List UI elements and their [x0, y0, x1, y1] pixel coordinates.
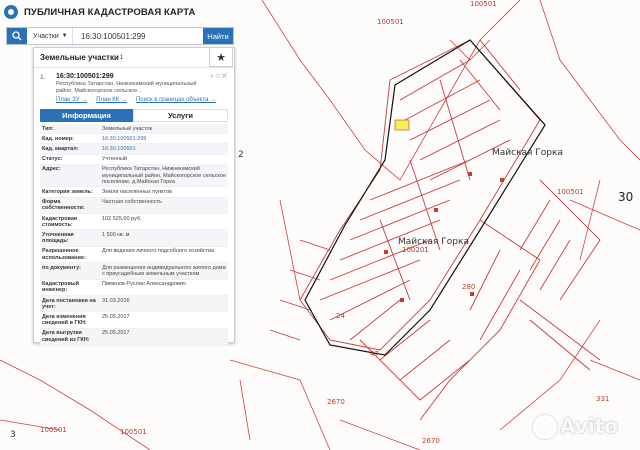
search-icon[interactable]: [7, 28, 27, 44]
row-label: Дата постановки на учет:: [40, 295, 100, 313]
map-label-parcel: 47: [370, 350, 379, 358]
favorites-button[interactable]: ★: [209, 47, 233, 67]
row-label: Категория земель:: [40, 186, 100, 198]
top-bar: ПУБЛИЧНАЯ КАДАСТРОВАЯ КАРТА: [0, 0, 240, 24]
row-value: 102 525,00 руб.: [100, 213, 228, 231]
search-bounds-link[interactable]: Поиск в границах объекта →: [136, 97, 216, 103]
table-row: Кад. номер: 16:30:100501:299: [40, 133, 228, 145]
row-value: Учтенный: [100, 154, 228, 165]
row-value: 1 500 кв. м: [100, 229, 228, 247]
map-label-zone: 3: [10, 430, 16, 440]
close-icon[interactable]: ✕: [222, 73, 228, 80]
info-table: Тип: Земельный участок Кад. номер: 16:30:1…: [40, 124, 228, 346]
row-value: Республика Татарстан, Нижнекамский муниц…: [100, 164, 228, 188]
row-value: Для размещения индивидуального жилого до…: [100, 262, 228, 280]
result-number: 1.: [40, 74, 46, 81]
table-row: Кад. квартал: 16:30:100501: [40, 143, 228, 155]
tab-info[interactable]: Информация: [40, 109, 133, 122]
row-label: Кадастровая стоимость:: [40, 213, 100, 231]
logo-icon: [4, 5, 18, 19]
map-label-village: Майская Горка: [492, 148, 563, 158]
map-label-quarter: 100501: [470, 0, 497, 8]
search-type-select[interactable]: Участки ▼: [27, 28, 73, 44]
row-value: 31.03.2016: [100, 295, 228, 313]
map-label-quarter: 100501: [120, 428, 147, 436]
map-label-quarter: 100501: [557, 188, 584, 196]
result-links: План ЗУ → План КК → Поиск в границах объ…: [56, 97, 228, 103]
search-type-label: Участки: [33, 32, 59, 40]
table-row: Адрес: Республика Татарстан, Нижнекамский…: [40, 164, 228, 188]
result-cad-number[interactable]: 16:30:100501:299: [56, 73, 228, 80]
map-label-quarter: 100501: [377, 18, 404, 26]
row-label: Форма собственности:: [40, 197, 100, 215]
row-label: Кад. номер:: [40, 133, 100, 145]
table-row: Разрешенное использование: Для ведения ли…: [40, 246, 228, 264]
map-label-parcel: 24: [336, 312, 345, 320]
map-label-parcel: 331: [596, 395, 610, 403]
panel-header: Земельные участки 1: [34, 48, 234, 68]
row-label: Кадастровый инженер:: [40, 279, 100, 297]
table-row: Уточненная площадь: 1 500 кв. м: [40, 229, 228, 247]
row-label: Уточненная площадь:: [40, 229, 100, 247]
map-label-zone: 2: [238, 150, 244, 160]
plan-kk-link[interactable]: План КК →: [96, 97, 127, 103]
map-label-parcel: 2670: [422, 437, 440, 445]
row-label: по документу:: [40, 262, 100, 280]
table-row: Категория земель: Земли населённых пункто…: [40, 186, 228, 198]
table-row: Кадастровая стоимость: 102 525,00 руб.: [40, 213, 228, 231]
row-value: Земельный участок: [100, 124, 228, 135]
table-row: Дата выгрузки сведений из ГКН: 25.05.2017: [40, 328, 228, 346]
map-label-quarter: 100201: [402, 246, 429, 254]
map-label-parcel: 2670: [327, 398, 345, 406]
row-value-link[interactable]: 16:30:100501:299: [100, 133, 228, 145]
chevron-down-icon: ▼: [61, 33, 68, 39]
row-label: Разрешенное использование:: [40, 246, 100, 264]
item-actions: ⌕☆✕: [210, 73, 228, 81]
app-title: ПУБЛИЧНАЯ КАДАСТРОВАЯ КАРТА: [24, 6, 196, 18]
row-value-link[interactable]: 16:30:100501: [100, 143, 228, 155]
row-value: Частная собственность: [100, 197, 228, 215]
row-label: Адрес:: [40, 164, 100, 188]
row-label: Статус:: [40, 154, 100, 165]
favorite-icon[interactable]: ☆: [215, 73, 222, 80]
watermark: Avito: [560, 414, 618, 438]
find-button[interactable]: Найти: [203, 28, 233, 44]
table-row: Форма собственности: Частная собственност…: [40, 197, 228, 215]
table-row: Кадастровый инженер: Пименов Руслан Алекс…: [40, 279, 228, 297]
map-label-parcel: 280: [462, 283, 476, 291]
map-label-zone: 30: [618, 190, 634, 204]
search-input[interactable]: [73, 28, 203, 44]
table-row: Статус: Учтенный: [40, 154, 228, 165]
row-label: Дата изменения сведений в ГКН:: [40, 311, 100, 329]
table-row: по документу: Для размещения индивидуальн…: [40, 262, 228, 280]
result-item[interactable]: 1. 16:30:100501:299 Республика Татарстан…: [34, 68, 234, 103]
search-bar: Участки ▼ Найти: [6, 27, 234, 45]
row-value: Пименов Руслан Александрович: [100, 279, 228, 297]
result-address: Республика Татарстан, Нижнекамский муниц…: [56, 81, 197, 94]
parcels-panel: Земельные участки 1 1. 16:30:100501:299 …: [33, 47, 235, 346]
row-value: 25.05.2017: [100, 328, 228, 346]
row-value: 25.05.2017: [100, 311, 228, 329]
table-row: Тип: Земельный участок: [40, 124, 228, 135]
row-label: Тип:: [40, 124, 100, 135]
panel-title: Земельные участки: [40, 53, 119, 62]
plan-zu-link[interactable]: План ЗУ →: [56, 97, 87, 103]
table-row: Дата изменения сведений в ГКН: 25.05.2017: [40, 311, 228, 329]
row-value: Земли населённых пунктов: [100, 186, 228, 198]
row-label: Кад. квартал:: [40, 143, 100, 155]
row-value: Для ведения личного подсобного хозяйства: [100, 246, 228, 264]
panel-tabs: Информация Услуги: [40, 109, 228, 122]
tab-services[interactable]: Услуги: [133, 109, 228, 122]
panel-count: 1: [119, 54, 124, 61]
map-label-quarter: 100501: [40, 426, 67, 434]
star-icon: ★: [216, 51, 226, 64]
table-row: Дата постановки на учет: 31.03.2016: [40, 295, 228, 313]
row-label: Дата выгрузки сведений из ГКН:: [40, 328, 100, 346]
